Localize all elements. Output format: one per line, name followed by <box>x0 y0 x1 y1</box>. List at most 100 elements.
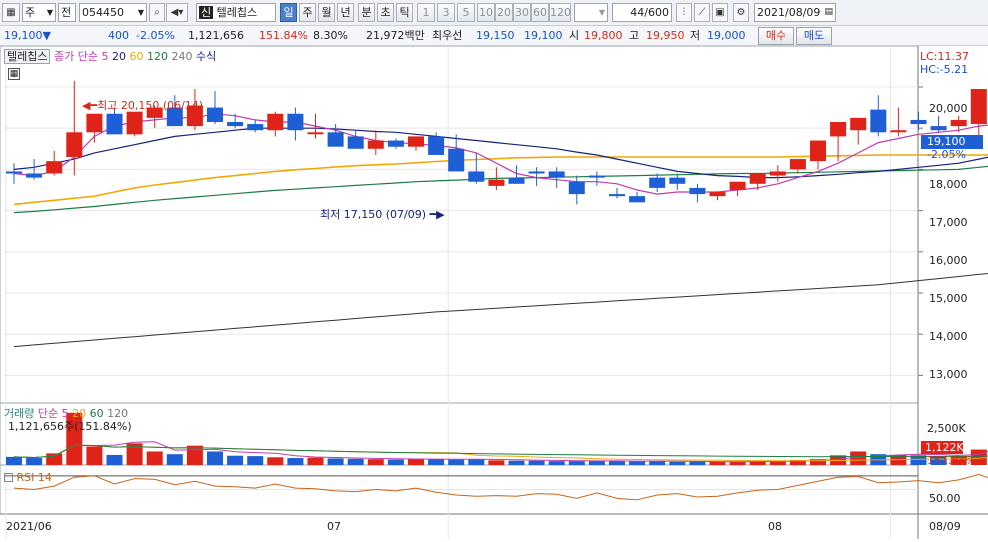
volume-bar <box>26 458 43 465</box>
volume-bar <box>387 459 404 465</box>
price-value: 19,100 <box>4 29 43 42</box>
candle-body <box>930 126 947 131</box>
chart-area[interactable]: 텔레칩스 종가 단순 5 20 60 120 240 수식 ▦ LC:11.37… <box>0 45 988 539</box>
date-label: 08 <box>768 520 782 533</box>
line-tool-icon[interactable]: ⟋ <box>694 3 710 22</box>
price-change-pct: -2.05% <box>136 29 175 42</box>
volume-bar <box>46 453 63 465</box>
chevron-down-icon: ▼ <box>46 8 53 17</box>
stock-code-input[interactable]: 054450 ▼ <box>79 3 147 22</box>
period-month-button[interactable]: 월 <box>318 3 335 22</box>
volume-ma120: 120 <box>107 407 129 420</box>
panel-expand-icon[interactable]: ▦ <box>8 68 20 80</box>
volume-bar <box>528 460 545 465</box>
low-annotation-text: 최저 17,150 (07/09) <box>320 208 427 221</box>
candle-body <box>548 171 565 178</box>
interval-custom-select[interactable]: ▼ <box>574 3 608 22</box>
candle-body <box>789 159 806 170</box>
price-tick: 17,000 <box>929 216 968 229</box>
sell-button[interactable]: 매도 <box>796 27 832 45</box>
legend-ma60: 60 <box>129 50 144 63</box>
prev-code-label: 전 <box>61 6 72 19</box>
legend-formula: 수식 <box>195 50 217 63</box>
volume-bar <box>709 461 726 465</box>
period-tick-button[interactable]: 틱 <box>396 3 413 22</box>
volume-tick: 2,500K <box>927 422 966 435</box>
volume-bar <box>629 461 646 465</box>
candle-body <box>448 148 465 172</box>
lc-value: LC:11.37 <box>920 50 970 63</box>
grid-icon[interactable]: ▦ <box>2 3 20 22</box>
period-week-button[interactable]: 주 <box>299 3 316 22</box>
date-value: 2021/08/09 <box>757 6 821 19</box>
gear-icon[interactable]: ⚙ <box>733 3 749 22</box>
candle-body <box>468 171 485 182</box>
volume-bar <box>347 458 364 465</box>
candle-body <box>267 113 284 131</box>
buy-button[interactable]: 매수 <box>758 27 794 45</box>
price-tick: 18,000 <box>929 178 968 191</box>
interval-60-button[interactable]: 60 <box>531 3 549 22</box>
candle-type-icon[interactable]: ⫶ <box>676 3 692 22</box>
volume-bar <box>227 455 244 465</box>
volume-bar <box>428 459 445 465</box>
interval-10-label: 10 <box>479 6 493 19</box>
candle-body <box>970 89 987 125</box>
interval-5-button[interactable]: 5 <box>457 3 475 22</box>
date-label: 08/09 <box>929 520 961 533</box>
chart-svg[interactable] <box>0 45 988 539</box>
volume-bar <box>548 461 565 465</box>
interval-120-button[interactable]: 120 <box>549 3 571 22</box>
date-input[interactable]: 2021/08/09 ▤ <box>754 3 836 22</box>
volume-bar <box>508 460 525 465</box>
search-icon[interactable]: ⌕ <box>149 3 165 22</box>
volume-bar <box>408 458 424 465</box>
candle-body <box>568 181 585 195</box>
candle-body <box>247 124 264 131</box>
date-label: 2021/06 <box>6 520 52 533</box>
rsi-toggle-icon[interactable] <box>4 473 13 482</box>
best-bid: 19,100 <box>524 29 563 42</box>
save-icon[interactable]: ▣ <box>712 3 728 22</box>
stock-name: 텔레칩스 <box>216 6 258 19</box>
period-year-button[interactable]: 년 <box>337 3 354 22</box>
volume-bar <box>729 461 746 465</box>
candle-body <box>850 117 867 131</box>
low-label: 저 <box>690 29 701 42</box>
interval-20-button[interactable]: 20 <box>495 3 513 22</box>
calendar-icon: ▤ <box>824 7 833 17</box>
candle-body <box>367 140 384 149</box>
prev-code-button[interactable]: 전 <box>58 3 76 22</box>
interval-3-button[interactable]: 3 <box>437 3 455 22</box>
candle-body <box>749 173 766 184</box>
period-tick-label: 틱 <box>399 6 410 19</box>
candle-body <box>769 171 786 176</box>
chart-tab-select[interactable]: 주 ▼ <box>22 3 56 22</box>
interval-5-label: 5 <box>462 6 470 19</box>
interval-60-label: 60 <box>533 6 547 19</box>
interval-10-button[interactable]: 10 <box>477 3 495 22</box>
period-minute-button[interactable]: 분 <box>358 3 375 22</box>
candle-body <box>6 171 22 174</box>
period-day-button[interactable]: 일 <box>280 3 297 22</box>
volume-bar <box>327 458 344 465</box>
candle-body <box>669 177 686 184</box>
volume-bar <box>6 456 22 465</box>
interval-30-label: 30 <box>515 6 529 19</box>
legend-ma120: 120 <box>146 50 168 63</box>
bar-count-input[interactable]: 44/600 <box>612 3 672 22</box>
speaker-icon[interactable]: ◀▾ <box>166 3 188 22</box>
volume-bar <box>207 451 223 465</box>
legend-stock-name[interactable]: 텔레칩스 <box>4 49 51 64</box>
volume-title: 거래량 <box>4 407 35 420</box>
candle-body <box>689 187 706 195</box>
turnover-value: 8.30% <box>313 29 348 42</box>
period-second-button[interactable]: 초 <box>377 3 394 22</box>
high-annotation-text: 최고 20,150 (06/14) <box>97 99 204 112</box>
period-minute-label: 분 <box>361 6 372 19</box>
interval-30-button[interactable]: 30 <box>513 3 531 22</box>
current-volume-marker: 1,122K <box>921 441 964 454</box>
stock-name-field[interactable]: 신 텔레칩스 <box>196 3 276 22</box>
candle-body <box>910 119 927 125</box>
interval-1-button[interactable]: 1 <box>417 3 435 22</box>
